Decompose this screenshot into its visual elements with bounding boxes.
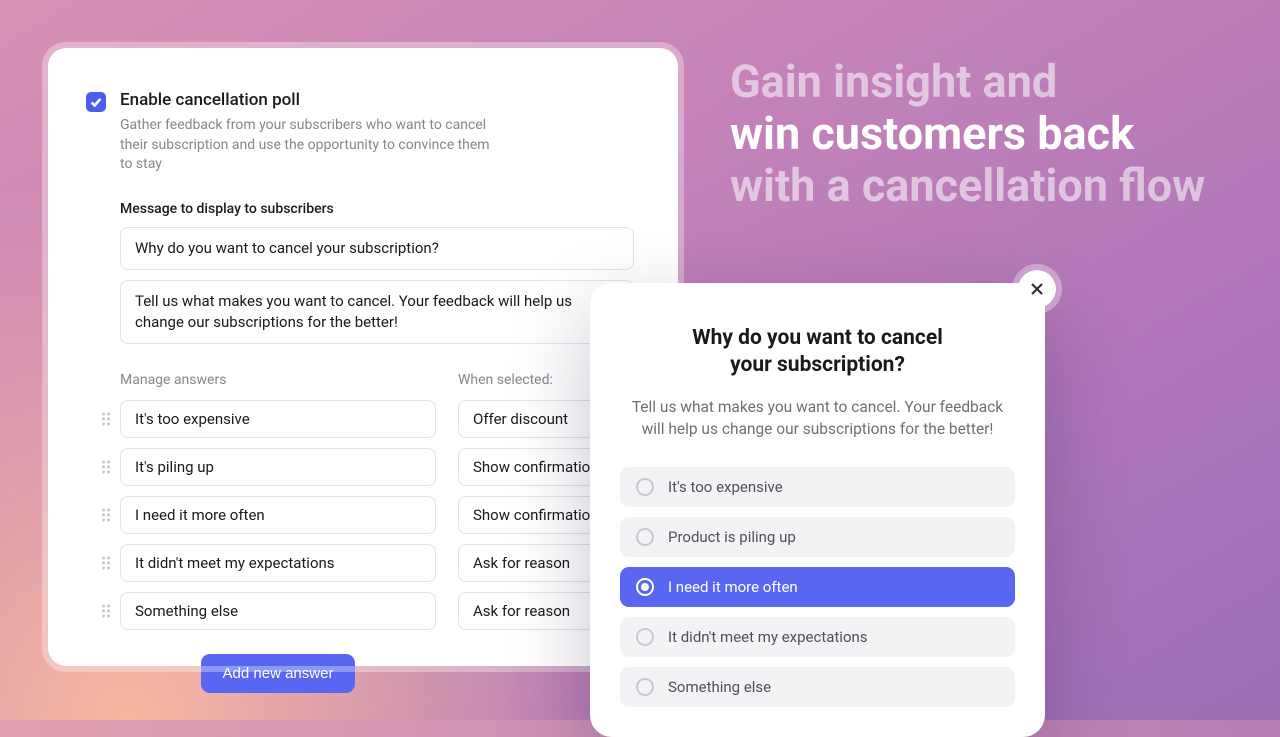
- poll-option[interactable]: I need it more often: [620, 567, 1015, 607]
- poll-description-input[interactable]: Tell us what makes you want to cancel. Y…: [120, 280, 634, 344]
- close-icon: [1029, 281, 1045, 297]
- preview-subtitle: Tell us what makes you want to cancel. Y…: [620, 396, 1015, 441]
- answer-text-input[interactable]: I need it more often: [120, 496, 436, 534]
- drag-handle-icon[interactable]: [102, 508, 110, 521]
- drag-handle-icon[interactable]: [102, 604, 110, 617]
- drag-handle-icon[interactable]: [102, 556, 110, 569]
- radio-icon: [636, 678, 654, 696]
- answer-row: It didn't meet my expectations: [120, 544, 436, 582]
- poll-question-input[interactable]: Why do you want to cancel your subscript…: [120, 227, 634, 270]
- drag-handle-icon[interactable]: [102, 460, 110, 473]
- hero-heading: Gain insight and win customers back with…: [730, 56, 1230, 211]
- poll-option-label: Something else: [668, 678, 771, 696]
- poll-option[interactable]: Something else: [620, 667, 1015, 707]
- answer-text-input[interactable]: It didn't meet my expectations: [120, 544, 436, 582]
- add-new-answer-button[interactable]: Add new answer: [201, 654, 356, 693]
- radio-icon: [636, 478, 654, 496]
- answer-row: It's piling up: [120, 448, 436, 486]
- manage-answers-header: Manage answers: [120, 372, 436, 388]
- poll-option-label: It didn't meet my expectations: [668, 628, 868, 646]
- message-section-label: Message to display to subscribers: [120, 201, 634, 217]
- close-button[interactable]: [1018, 270, 1056, 308]
- answer-text-input[interactable]: Something else: [120, 592, 436, 630]
- poll-option-label: I need it more often: [668, 578, 798, 596]
- hero-line-1: Gain insight and: [730, 55, 1057, 108]
- radio-icon: [636, 578, 654, 596]
- poll-option[interactable]: It's too expensive: [620, 467, 1015, 507]
- drag-handle-icon[interactable]: [102, 412, 110, 425]
- poll-option-label: It's too expensive: [668, 478, 783, 496]
- check-icon: [89, 95, 103, 109]
- preview-title: Why do you want to cancel your subscript…: [620, 325, 1015, 380]
- answer-row: Something else: [120, 592, 436, 630]
- poll-option[interactable]: It didn't meet my expectations: [620, 617, 1015, 657]
- enable-poll-label: Enable cancellation poll: [120, 90, 634, 110]
- answer-text-input[interactable]: It's too expensive: [120, 400, 436, 438]
- hero-line-3: with a cancellation flow: [730, 159, 1205, 212]
- radio-icon: [636, 628, 654, 646]
- answer-row: I need it more often: [120, 496, 436, 534]
- radio-icon: [636, 528, 654, 546]
- settings-card: Enable cancellation poll Gather feedback…: [48, 48, 678, 666]
- answer-text-input[interactable]: It's piling up: [120, 448, 436, 486]
- poll-preview-modal: Why do you want to cancel your subscript…: [590, 283, 1045, 737]
- enable-poll-helper: Gather feedback from your subscribers wh…: [120, 116, 500, 175]
- poll-option-label: Product is piling up: [668, 528, 796, 546]
- enable-poll-checkbox[interactable]: [86, 92, 106, 112]
- answer-row: It's too expensive: [120, 400, 436, 438]
- hero-line-2: win customers back: [730, 107, 1134, 160]
- poll-option[interactable]: Product is piling up: [620, 517, 1015, 557]
